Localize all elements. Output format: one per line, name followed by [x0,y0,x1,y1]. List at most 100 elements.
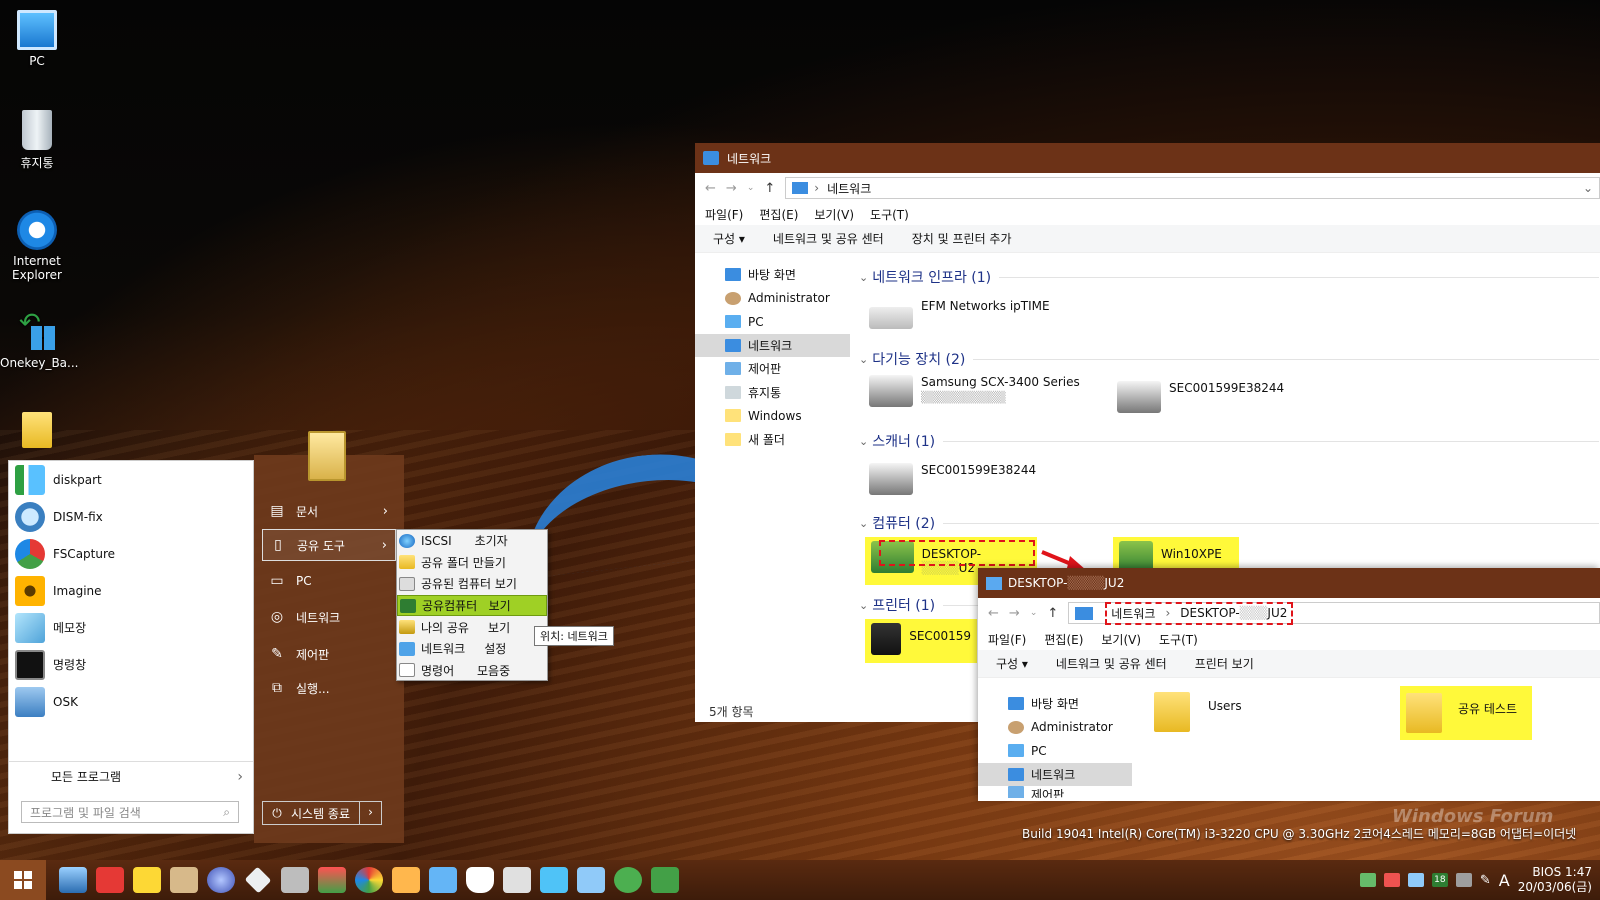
menu-edit[interactable]: 편집(E) [759,206,798,223]
start-button[interactable] [0,860,46,900]
submenu-item-my-shares[interactable]: 나의 공유 보기 [397,616,547,638]
nav-item-pc[interactable]: PC [695,310,850,334]
menu-view[interactable]: 보기(V) [1101,631,1141,648]
program-fscapture[interactable]: FSCapture [9,535,253,572]
organize-button[interactable]: 구성 ▾ [713,230,745,247]
submenu-item-command-collection[interactable]: 명령어 모음중 [397,660,547,682]
group-header-multifunction[interactable]: ⌄ 다기능 장치 (2) [859,349,1599,369]
window-titlebar[interactable]: DESKTOP- ▒▒▒▒ JU2 [978,568,1600,598]
menu-view[interactable]: 보기(V) [814,206,854,223]
disk-icon[interactable] [206,867,235,893]
submenu-item-shared-computers[interactable]: 공유된 컴퓨터 보기 [397,573,547,595]
chevron-down-icon[interactable]: ⌄ [1583,181,1593,195]
network-sharing-center-button[interactable]: 네트워크 및 공유 센터 [773,230,884,247]
group-header-computer[interactable]: ⌄ 컴퓨터 (2) [859,513,1599,533]
menu-file[interactable]: 파일(F) [988,631,1026,648]
ghost-icon[interactable] [317,867,346,893]
organize-button[interactable]: 구성 ▾ [996,655,1028,672]
install-icon[interactable] [280,867,309,893]
start-item-run[interactable]: ⧉ 실행... [262,672,396,704]
program-dism-fix[interactable]: DISM-fix [9,498,253,535]
start-item-control-panel[interactable]: ✎ 제어판 [262,638,396,670]
chrome-icon[interactable] [354,867,383,893]
anydesk-icon[interactable] [95,867,124,893]
ime-indicator[interactable]: A [1499,871,1510,890]
tray-graph-icon[interactable] [1383,873,1400,887]
desktop-icon-pc[interactable]: PC [0,10,74,68]
back-arrow-icon[interactable]: ← [705,181,716,196]
up-arrow-icon[interactable]: ↑ [764,181,775,196]
start-item-documents[interactable]: ▤ 문서 › [262,495,396,527]
chevron-right-icon[interactable]: › [359,801,381,825]
desktop-icon-onekey[interactable]: Onekey_Ba... [0,308,78,370]
program-search-input[interactable]: 프로그램 및 파일 검색 ⌕ [21,801,239,823]
view-printers-button[interactable]: 프린터 보기 [1195,655,1254,672]
refresh-icon[interactable] [613,867,642,893]
photo-tool-icon[interactable] [391,867,420,893]
device-printer[interactable]: SEC00159 [865,619,977,663]
nav-item-control-panel[interactable]: 제어판 [695,357,850,381]
device-router[interactable]: EFM Networks ipTIME [869,299,1050,329]
network-sharing-center-button[interactable]: 네트워크 및 공유 센터 [1056,655,1167,672]
nav-item-windows[interactable]: Windows [695,404,850,428]
breadcrumb-computer[interactable]: DESKTOP-▒▒▒JU2 [1180,606,1287,620]
nav-item-administrator[interactable]: Administrator [695,287,850,311]
group-header-infrastructure[interactable]: ⌄ 네트워크 인프라 (1) [859,267,1599,287]
up-arrow-icon[interactable]: ↑ [1047,606,1058,621]
device-samsung-mfp[interactable]: Samsung SCX-3400 Series ▒▒▒▒▒▒▒▒▒▒ [869,375,1080,407]
nav-item-new-folder[interactable]: 새 폴더 [695,428,850,452]
folder-users[interactable]: Users [1154,692,1242,732]
device-scanner[interactable]: SEC001599E38244 [869,463,1036,495]
nav-item-desktop[interactable]: 바탕 화면 [695,263,850,287]
start-item-share-tools[interactable]: ▯ 공유 도구 › [262,529,396,561]
program-diskpart[interactable]: diskpart [9,461,253,498]
keyboard-icon[interactable] [1455,873,1472,887]
back-arrow-icon[interactable]: ← [988,606,999,621]
pen-icon[interactable]: ✎ [1480,873,1491,888]
network-tool-icon[interactable] [428,867,457,893]
potplayer-icon[interactable] [132,867,161,893]
tray-badge[interactable]: 18 [1431,873,1448,887]
clock[interactable]: BIOS 1:47 20/03/06(금) [1518,865,1592,895]
menu-tools[interactable]: 도구(T) [870,206,909,223]
add-device-printer-button[interactable]: 장치 및 프린터 추가 [912,230,1012,247]
desktop-icon-ie[interactable]: Internet Explorer [0,210,74,282]
forward-arrow-icon[interactable]: → [1009,606,1020,621]
shutdown-button[interactable]: ⏻ 시스템 종료 › [262,801,382,825]
address-bar[interactable]: › 네트워크 ⌄ [785,177,1600,199]
program-osk[interactable]: OSK [9,683,253,720]
program-notepad[interactable]: 메모장 [9,609,253,646]
network-status-icon[interactable] [1407,873,1424,887]
nav-item-network[interactable]: 네트워크 [978,762,1132,786]
explorer-icon[interactable] [576,867,605,893]
shield-icon[interactable] [465,867,494,893]
address-bar[interactable]: 네트워크 › DESKTOP-▒▒▒JU2 [1068,601,1600,625]
nav-item-desktop[interactable]: 바탕 화면 [978,692,1132,716]
submenu-item-create-share[interactable]: 공유 폴더 만들기 [397,552,547,574]
submenu-item-iscsi[interactable]: ISCSI 초기자 [397,530,547,552]
tray-app-icon[interactable] [1359,873,1376,887]
nav-item-administrator[interactable]: Administrator [978,716,1132,740]
menu-tools[interactable]: 도구(T) [1159,631,1198,648]
nav-item-recycle-bin[interactable]: 휴지통 [695,381,850,405]
program-cmd[interactable]: 명령창 [9,646,253,683]
hex-editor-icon[interactable] [650,867,679,893]
folder-share-test[interactable]: 공유 테스트 [1400,686,1532,740]
window-titlebar[interactable]: 네트워크 [695,143,1600,173]
nav-item-pc[interactable]: PC [978,739,1132,763]
nav-item-control-panel[interactable]: 제어판 [978,786,1132,798]
desktop-icon-recycle-bin[interactable]: 휴지통 [0,110,74,171]
all-programs-button[interactable]: 모든 프로그램 › [9,761,253,791]
submenu-item-network-settings[interactable]: 네트워크 설정 [397,638,547,660]
device-sec-mfp[interactable]: SEC001599E38244 [1117,381,1284,413]
start-item-pc[interactable]: ▭ PC [262,565,396,597]
menu-file[interactable]: 파일(F) [705,206,743,223]
program-imagine[interactable]: Imagine [9,572,253,609]
desktop-icon-folder[interactable] [0,412,74,452]
usb-icon[interactable] [539,867,568,893]
breadcrumb-network[interactable]: 네트워크 [1111,605,1155,622]
group-header-scanner[interactable]: ⌄ 스캐너 (1) [859,431,1599,451]
forward-arrow-icon[interactable]: → [726,181,737,196]
start-item-network[interactable]: ◎ 네트워크 [262,601,396,633]
recent-dropdown-icon[interactable]: ⌄ [1030,608,1038,618]
